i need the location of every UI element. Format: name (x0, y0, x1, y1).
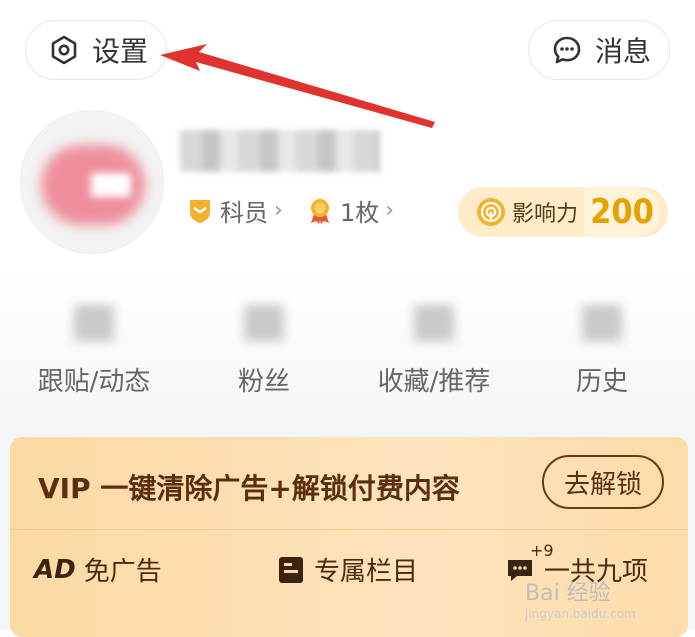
stat-label: 历史 (575, 367, 628, 397)
stat-value-blurred (244, 305, 284, 341)
ad-badge-icon: AD (34, 554, 76, 585)
medal-link[interactable]: 1枚 › (306, 193, 394, 228)
watermark: Bai 经验 jingyan.baidu.com (525, 575, 636, 621)
divider (10, 529, 688, 530)
watermark-url: jingyan.baidu.com (525, 607, 636, 621)
shield-badge-icon (186, 197, 214, 225)
perk-no-ads[interactable]: AD 免广告 (34, 551, 162, 588)
stat-follow-posts[interactable]: 跟贴/动态 (14, 300, 174, 398)
settings-button[interactable]: 设置 (25, 20, 167, 80)
perk-label: 专属栏目 (314, 557, 419, 587)
perk-count-superscript: +9 (530, 540, 554, 560)
vip-title: VIP 一键清除广告+解锁付费内容 (38, 472, 460, 505)
rank-link[interactable]: 科员 › (186, 193, 283, 228)
avatar[interactable] (20, 110, 164, 254)
chevron-right-icon: › (385, 198, 395, 223)
perk-label: 免广告 (83, 557, 162, 587)
chat-bubble-icon (551, 34, 583, 66)
medal-icon (306, 197, 334, 225)
stat-label: 跟贴/动态 (37, 367, 151, 397)
messages-button[interactable]: 消息 (528, 20, 670, 80)
signal-icon (476, 197, 506, 227)
influence-badge[interactable]: 影响力 200 (458, 187, 668, 237)
stat-value-blurred (582, 305, 622, 341)
influence-label: 影响力 (512, 202, 579, 227)
stat-history[interactable]: 历史 (522, 300, 682, 398)
settings-label: 设置 (92, 35, 149, 68)
stat-fans[interactable]: 粉丝 (184, 300, 344, 398)
perk-exclusive-column[interactable]: 专属栏目 (278, 551, 418, 588)
stat-value-blurred (414, 305, 454, 341)
username-blurred (180, 130, 380, 172)
stat-value-blurred (74, 305, 114, 341)
bookmark-doc-icon (278, 556, 304, 584)
messages-label: 消息 (595, 35, 652, 68)
chevron-right-icon: › (274, 198, 283, 223)
stat-favorites[interactable]: 收藏/推荐 (354, 300, 514, 398)
stat-label: 粉丝 (237, 367, 290, 397)
stat-label: 收藏/推荐 (377, 367, 491, 397)
rank-label: 科员 (220, 199, 268, 227)
watermark-brand: Bai 经验 (525, 581, 611, 606)
settings-hexagon-icon (48, 34, 80, 66)
medal-label: 1枚 (340, 199, 380, 227)
influence-value: 200 (584, 187, 661, 237)
unlock-button[interactable]: 去解锁 (542, 455, 664, 509)
stats-row: 跟贴/动态 粉丝 收藏/推荐 历史 (0, 300, 695, 400)
